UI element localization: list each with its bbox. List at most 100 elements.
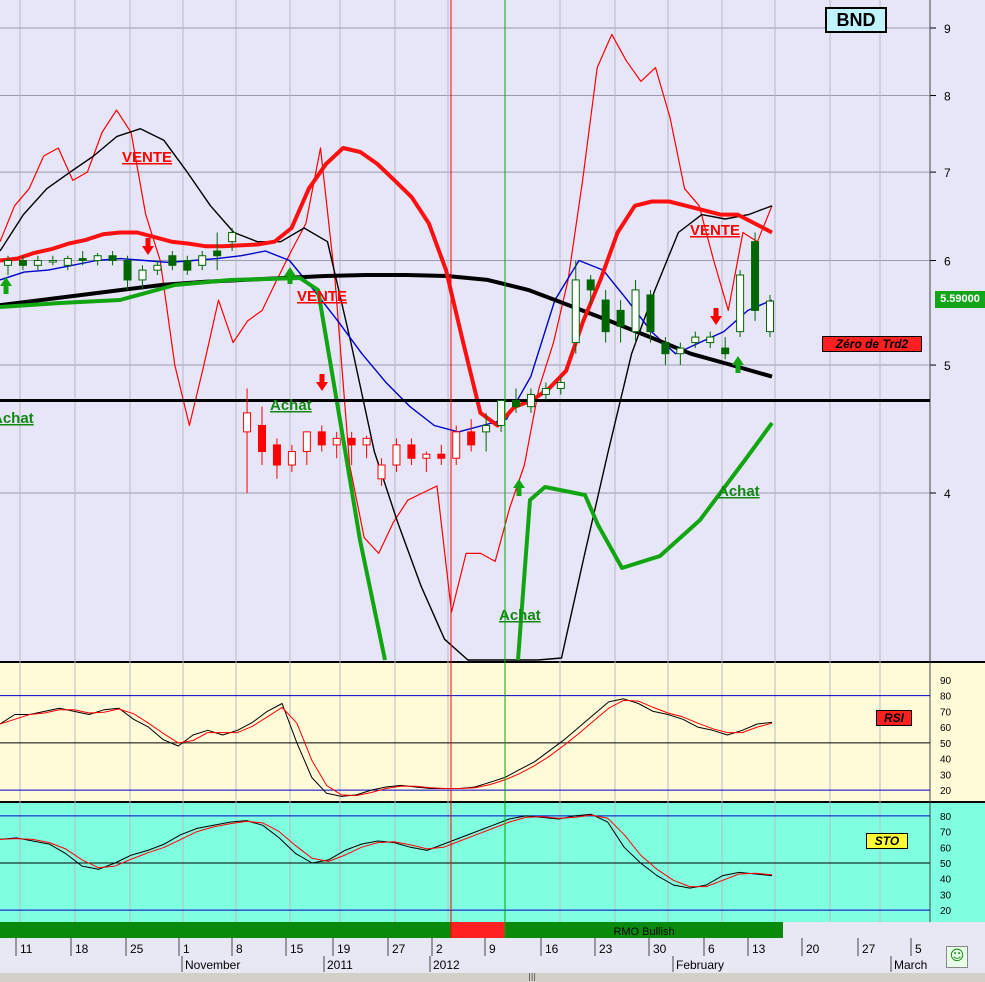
date-label: 11 [20,942,33,956]
candle-body [467,431,476,446]
rsi-tag: RSI [876,710,912,726]
rsi-tick-label: 50 [940,739,952,750]
rmo-label: RMO Bullish [613,926,674,938]
candle-body [616,309,625,327]
price-panel-bg [0,0,930,662]
date-label: 13 [752,942,766,956]
candle-body [377,464,386,480]
signal-annotation: Achat [270,397,312,414]
signal-annotation: VENTE [690,222,740,239]
candle-body [108,255,117,261]
price-tick-label: 4 [944,487,951,501]
candle-body [407,444,416,459]
date-label: 18 [75,942,89,956]
signal-annotation: Achat [718,483,760,500]
candle-body [258,424,266,453]
sto-tick-label: 70 [940,828,952,839]
rsi-tick-label: 30 [940,770,952,781]
date-label: 27 [862,942,876,956]
date-label: 1 [183,942,190,956]
date-label: 30 [653,942,667,956]
candle-body [243,412,252,433]
price-tick-label: 6 [944,255,951,269]
candle-body [317,431,326,446]
candle-body [332,437,341,446]
rsi-tick-label: 20 [940,786,952,797]
price-tick-label: 7 [944,166,951,180]
sto-tick-label: 30 [940,890,952,901]
candle-body [63,258,72,266]
candle-body [541,387,550,395]
candle-body [751,241,760,311]
candle-body [93,255,102,261]
candle-body [676,347,685,355]
candle-body [302,431,311,453]
signal-annotation: Achat [0,410,34,427]
candle-body [526,393,535,408]
ticker-label: BND [825,7,887,33]
sto-tag: STO [866,833,908,849]
date-label: 2 [436,942,443,956]
zero-trd2-tag: Zéro de Trd2 [822,336,922,352]
rsi-tick-label: 80 [940,692,952,703]
price-axis-bg [930,0,985,662]
candle-body [123,260,132,281]
candle-body [138,269,147,281]
sto-tick-label: 50 [940,859,952,870]
price-tick-label: 8 [944,90,951,104]
candle-body [228,232,237,243]
candle-body [512,400,520,408]
smiley-icon[interactable]: ☺ [946,946,968,968]
rmo-bearish-segment [451,922,505,938]
oscillator-axis: 90 80 70 60 50 40 30 20 80 70 60 50 40 30 20 [940,676,952,917]
month-label: 2011 [327,958,353,972]
candle-body [48,260,57,263]
candle-body [736,274,745,333]
chart-window: 9 8 7 6 5 4 90 80 70 60 50 40 30 20 80 70 60 50 40 30 20 VE… [0,0,985,982]
signal-annotation: VENTE [297,288,347,305]
date-label: 20 [806,942,820,956]
candle-body [631,289,640,333]
candle-body [4,260,12,266]
date-label: 23 [599,942,613,956]
candle-body [168,255,177,266]
candle-body [347,437,356,446]
sto-tick-label: 20 [940,906,952,917]
date-label: 9 [489,942,496,956]
rmo-bar: RMO Bullish [0,922,783,938]
chart-canvas: 9 8 7 6 5 4 90 80 70 60 50 40 30 20 80 70 60 50 40 30 20 VE… [0,0,985,973]
candle-body [482,424,491,433]
scroll-grip[interactable]: ||| [528,973,536,981]
candle-body [452,431,461,459]
date-label: 25 [130,942,144,956]
candle-body [437,453,446,459]
candle-body [601,299,610,333]
sto-panel-bg [0,802,985,922]
candle-body [646,294,655,333]
price-tick-label: 5 [944,359,951,373]
date-label: 27 [392,942,406,956]
candle-body [586,279,595,291]
candle-body [362,437,371,446]
date-label: 5 [915,942,922,956]
rsi-tick-label: 40 [940,755,952,766]
rmo-bullish-segment [0,922,451,938]
candle-body [721,347,730,355]
month-label: February [676,958,724,972]
candle-body [18,260,27,266]
sto-tick-label: 40 [940,875,952,886]
candle-body [766,300,774,333]
month-label: 2012 [433,958,460,972]
candle-body [198,255,207,266]
date-label: 6 [708,942,715,956]
candle-body [706,336,715,344]
signal-annotation: VENTE [122,149,172,166]
candle-body [691,336,700,344]
candle-body [153,264,162,271]
candle-body [571,279,580,344]
candle-body [78,258,87,262]
candle-body [287,451,296,466]
candle-body [213,250,222,257]
month-label: March [894,958,927,972]
rsi-tick-label: 90 [940,676,952,687]
